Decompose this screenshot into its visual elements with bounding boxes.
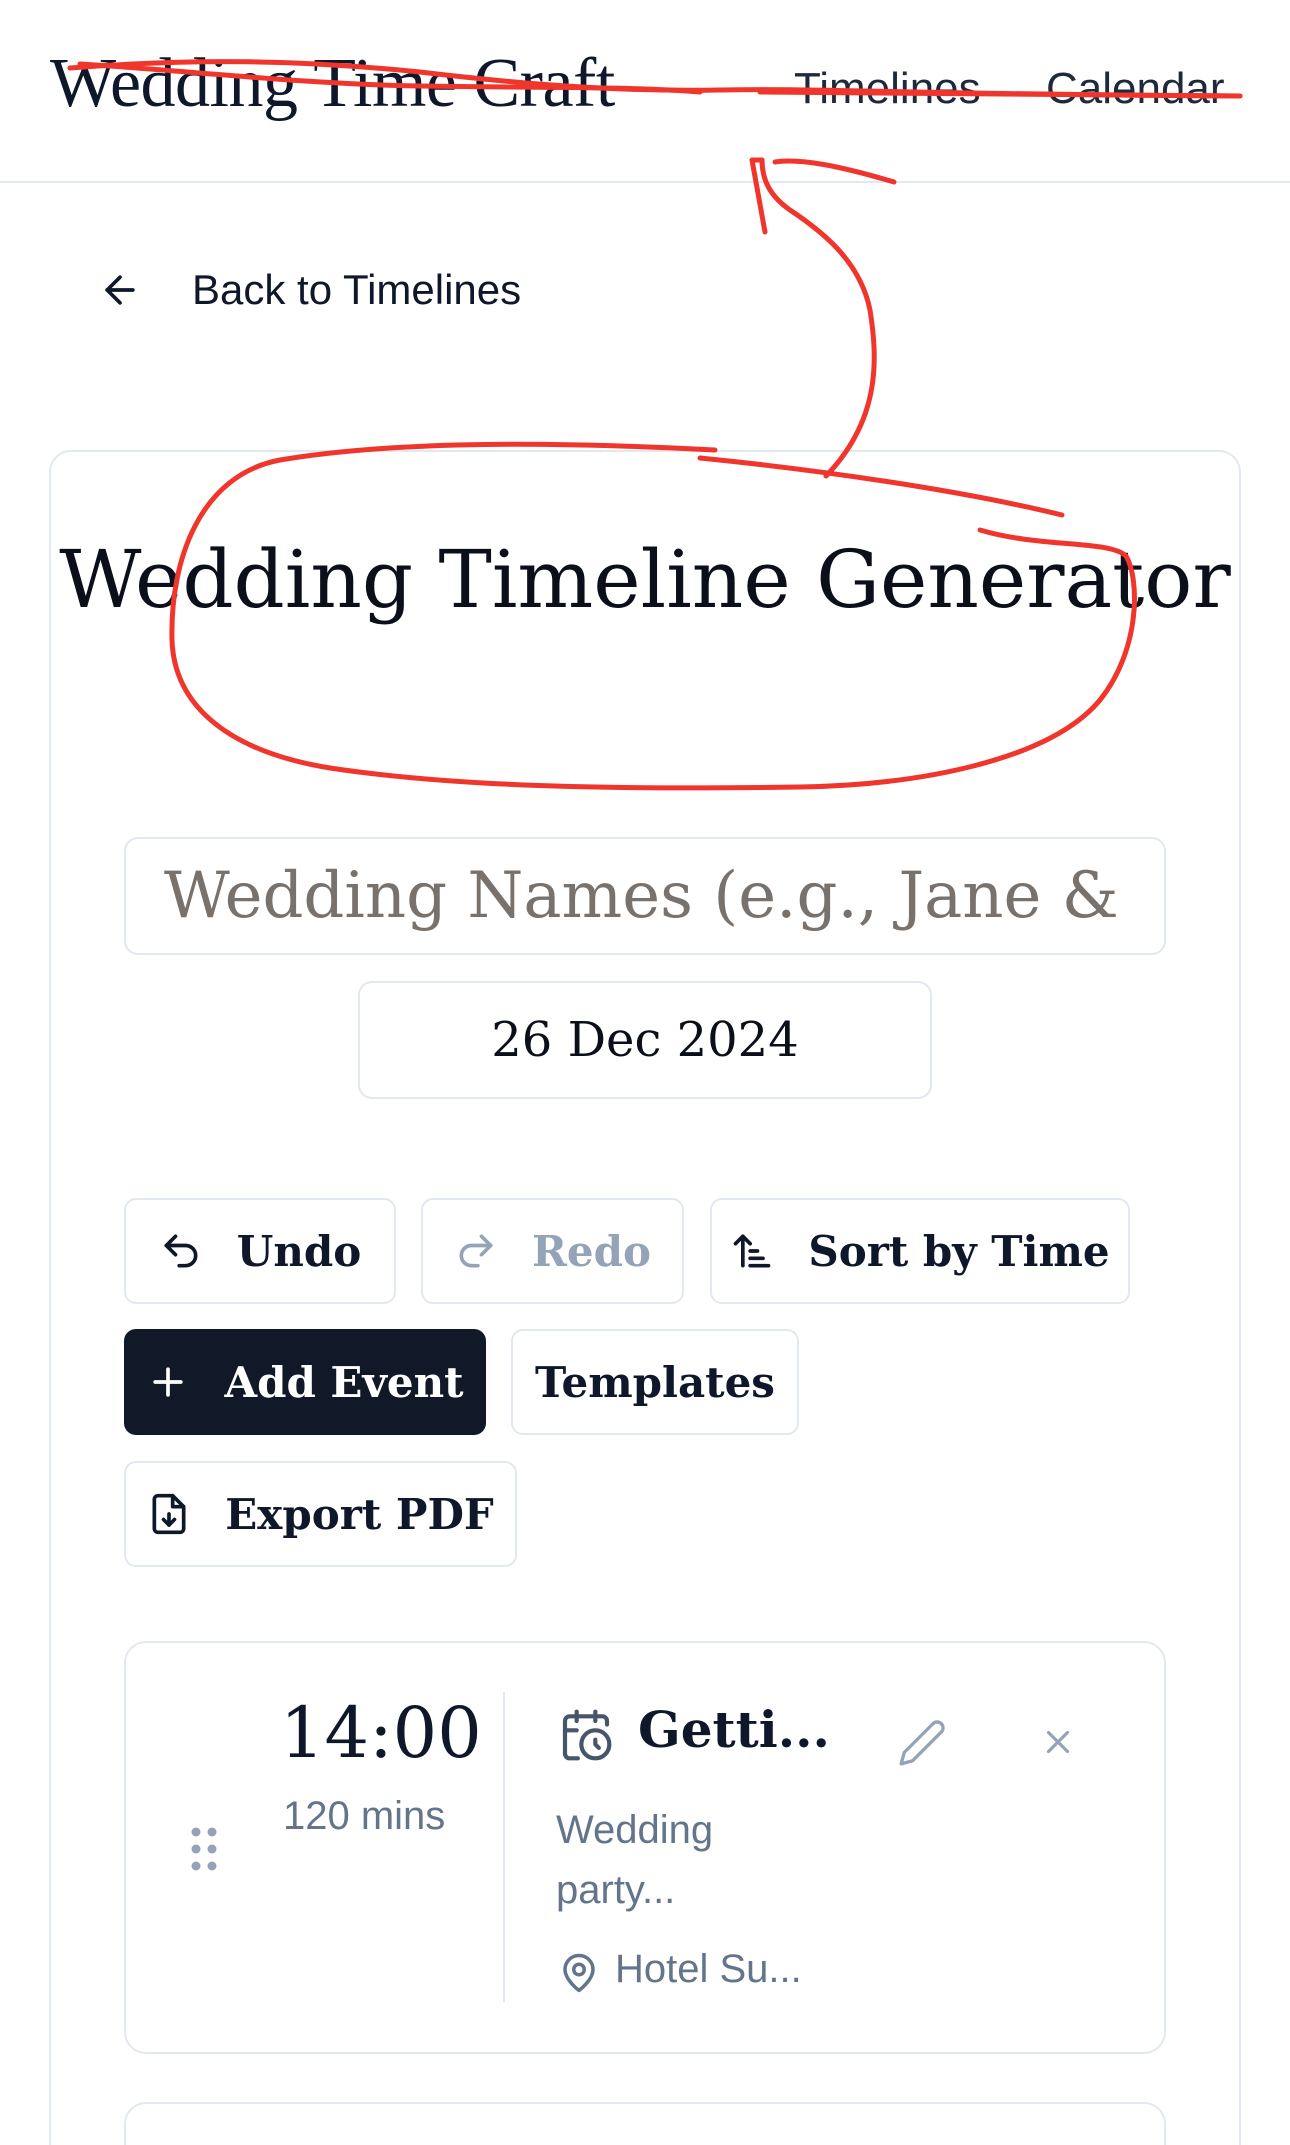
event-time: 14:00	[280, 1692, 482, 1774]
event-location: Hotel Su...	[615, 1947, 802, 1991]
top-nav-bar: Wedding Time Craft Timelines Calendar	[0, 0, 1290, 183]
add-event-button[interactable]: Add Event	[124, 1329, 486, 1435]
event-divider	[503, 1692, 505, 2002]
event-duration: 120 mins	[283, 1794, 446, 1838]
templates-button[interactable]: Templates	[511, 1329, 799, 1435]
arrow-left-icon	[105, 275, 135, 305]
sort-ascending-icon	[734, 1234, 771, 1268]
map-pin-icon	[563, 1953, 595, 1993]
back-to-timelines-link[interactable]: Back to Timelines	[98, 266, 521, 314]
redo-icon	[459, 1234, 493, 1268]
close-icon[interactable]	[1039, 1723, 1077, 1761]
wedding-date-picker[interactable]: 26 Dec 2024	[358, 981, 932, 1099]
arrow-up-shaft	[759, 157, 877, 479]
file-download-icon	[152, 1493, 186, 1535]
drag-handle-icon[interactable]	[190, 1826, 218, 1872]
back-link-label: Back to Timelines	[192, 266, 522, 313]
undo-button[interactable]: Undo	[124, 1198, 396, 1304]
nav-link-timelines[interactable]: Timelines	[794, 64, 981, 114]
sort-label: Sort by Time	[808, 1226, 1110, 1276]
redo-button[interactable]: Redo	[421, 1198, 684, 1304]
wedding-names-input[interactable]	[124, 837, 1166, 955]
timeline-event-card[interactable]	[124, 2102, 1166, 2145]
export-pdf-button[interactable]: Export PDF	[124, 1461, 517, 1567]
pencil-edit-icon[interactable]	[897, 1718, 947, 1768]
redo-label: Redo	[531, 1226, 651, 1276]
plus-icon	[153, 1367, 184, 1397]
nav-link-calendar[interactable]: Calendar	[1046, 64, 1225, 114]
templates-label: Templates	[535, 1357, 775, 1407]
export-pdf-label: Export PDF	[225, 1489, 494, 1539]
undo-icon	[164, 1234, 198, 1268]
undo-label: Undo	[236, 1226, 362, 1276]
event-description: Wedding party...	[556, 1808, 714, 1912]
brand-logo-text[interactable]: Wedding Time Craft	[50, 44, 615, 124]
add-event-label: Add Event	[224, 1357, 464, 1407]
calendar-clock-icon	[562, 1709, 612, 1761]
sort-by-time-button[interactable]: Sort by Time	[710, 1198, 1130, 1304]
page-title: Wedding Timeline Generator	[59, 533, 1231, 626]
event-title: Getti...	[638, 1700, 830, 1759]
